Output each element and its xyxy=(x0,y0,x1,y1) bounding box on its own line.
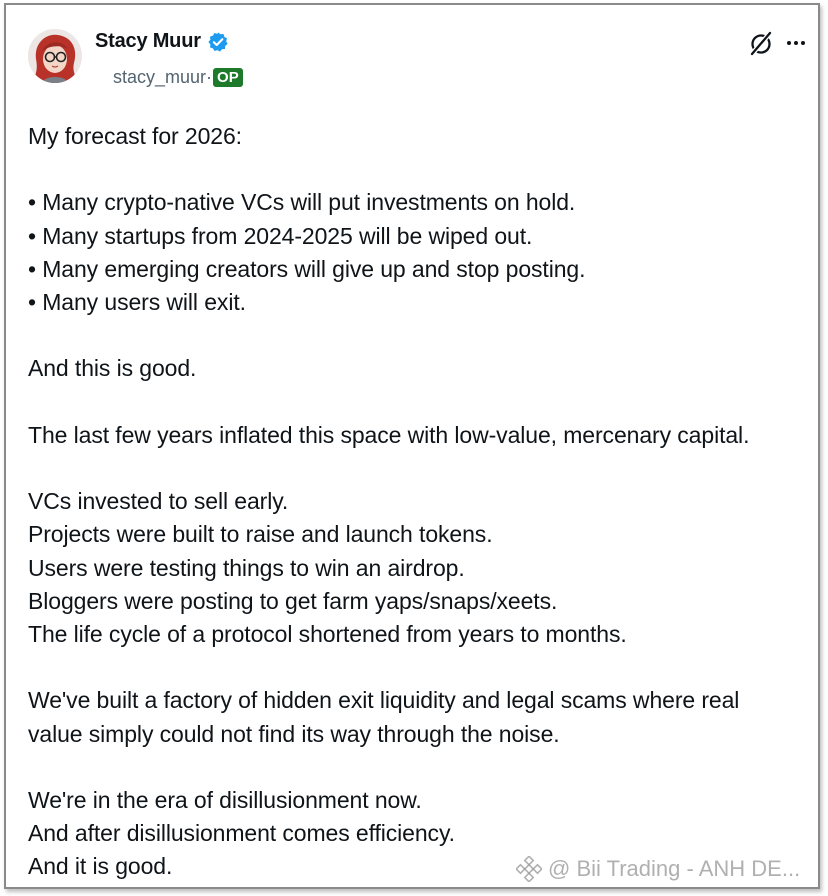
binance-logo-icon xyxy=(516,856,542,882)
post-line: Projects were built to raise and launch … xyxy=(28,521,493,548)
avatar-illustration xyxy=(28,29,82,83)
post-line: We're in the era of disillusionment now. xyxy=(28,786,422,813)
post-line: The life cycle of a protocol shortened f… xyxy=(28,620,627,647)
post-line: value simply could not find its way thro… xyxy=(28,720,560,747)
verified-badge-icon xyxy=(208,31,228,52)
avatar[interactable] xyxy=(28,29,82,83)
bullet-item: • Many crypto-native VCs will put invest… xyxy=(28,189,576,216)
post-card: Stacy Muur stacy_muur· OP My forecast fo… xyxy=(4,3,820,889)
more-options-icon[interactable] xyxy=(787,41,805,45)
watermark-text: @ Bii Trading - ANH DE... xyxy=(548,856,801,881)
author-handle[interactable]: stacy_muur· xyxy=(113,67,212,88)
bullet-item: • Many emerging creators will give up an… xyxy=(28,255,586,282)
bullet-item: • Many users will exit. xyxy=(28,289,246,315)
post-text: My forecast for 2026: • Many crypto-nati… xyxy=(28,120,818,884)
bullet-item: • Many startups from 2024-2025 will be w… xyxy=(28,222,533,249)
post-line: We've built a factory of hidden exit liq… xyxy=(28,687,740,714)
author-name[interactable]: Stacy Muur xyxy=(95,30,201,53)
post-line: The last few years inflated this space w… xyxy=(28,421,750,448)
author-name-row: Stacy Muur xyxy=(95,30,229,53)
post-line: And after disillusionment comes efficien… xyxy=(28,820,455,847)
author-handle-row: stacy_muur· OP xyxy=(113,67,243,88)
post-line: VCs invested to sell early. xyxy=(28,488,289,515)
post-intro: My forecast for 2026: xyxy=(28,123,242,149)
watermark: @ Bii Trading - ANH DE... xyxy=(516,856,800,882)
op-badge: OP xyxy=(213,68,243,87)
post-line: And this is good. xyxy=(28,355,197,382)
post-line: Users were testing things to win an aird… xyxy=(28,554,465,581)
post-line: Bloggers were posting to get farm yaps/s… xyxy=(28,587,558,614)
grok-icon[interactable] xyxy=(747,29,775,57)
